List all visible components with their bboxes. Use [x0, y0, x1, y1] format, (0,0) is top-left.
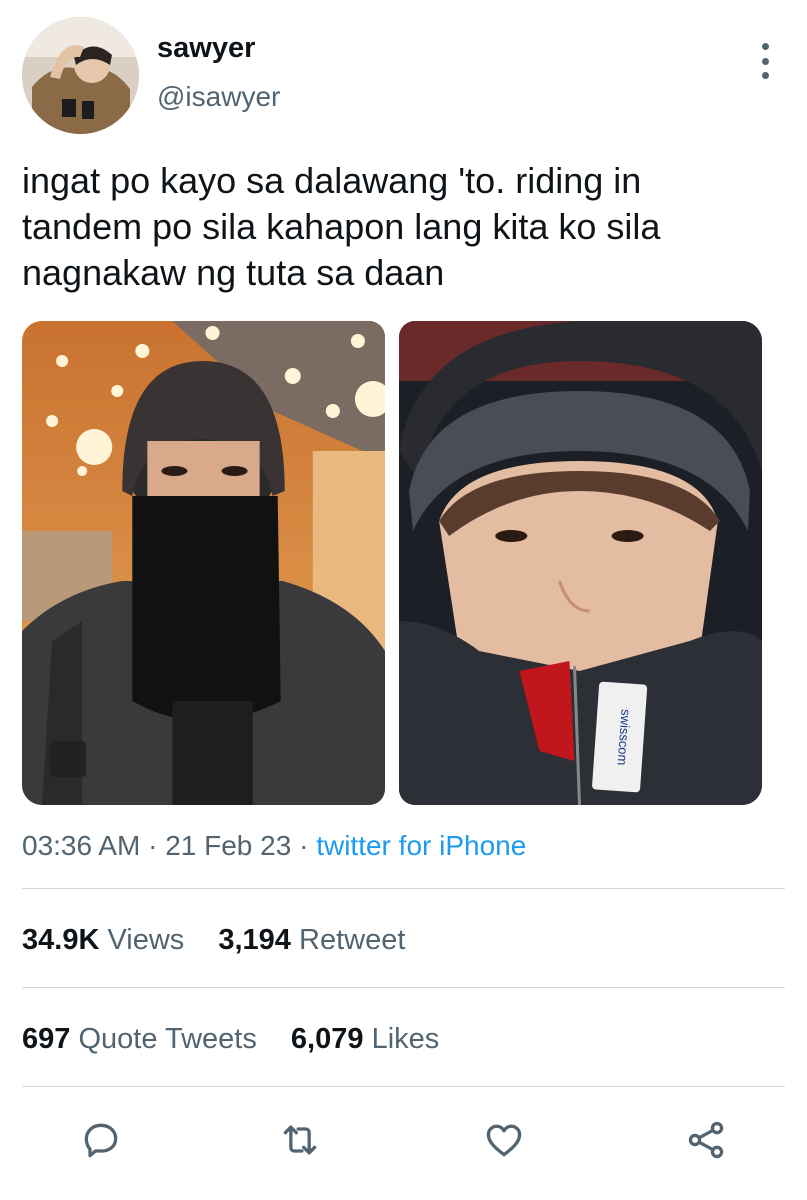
- quotes-stat[interactable]: 697 Quote Tweets: [22, 1023, 257, 1055]
- retweets-label: Retweet: [299, 924, 406, 956]
- reply-icon[interactable]: [71, 1110, 131, 1170]
- tweet-photo-1[interactable]: [22, 321, 385, 805]
- retweet-icon[interactable]: [270, 1110, 330, 1170]
- divider: [22, 1086, 785, 1087]
- share-icon[interactable]: [676, 1110, 736, 1170]
- tweet-meta: 03:36 AM · 21 Feb 23 · twitter for iPhon…: [22, 826, 526, 866]
- quotes-label: Quote Tweets: [78, 1023, 257, 1055]
- retweets-stat[interactable]: 3,194 Retweet: [218, 924, 405, 956]
- tweet-source-link[interactable]: twitter for iPhone: [316, 830, 526, 861]
- likes-count: 6,079: [290, 1023, 364, 1055]
- tweet-header: sawyer @isawyer: [22, 17, 792, 137]
- user-handle[interactable]: @isawyer: [157, 80, 280, 114]
- tweet-text: ingat po kayo sa dalawang 'to. riding in…: [22, 160, 661, 293]
- views-count: 34.9K: [22, 924, 100, 956]
- divider: [22, 888, 785, 889]
- retweets-count: 3,194: [218, 924, 291, 956]
- tweet-photo-2[interactable]: swisscom: [399, 321, 762, 805]
- user-names: sawyer @isawyer: [157, 31, 280, 114]
- like-icon[interactable]: [474, 1110, 534, 1170]
- action-bar: [0, 1110, 807, 1170]
- tweet-time: 03:36 AM: [22, 830, 141, 861]
- views-label: Views: [107, 924, 185, 956]
- likes-stat[interactable]: 6,079 Likes: [291, 1023, 439, 1055]
- tweet-media: swisscom: [22, 321, 762, 805]
- likes-label: Likes: [371, 1023, 440, 1055]
- quotes-count: 697: [22, 1023, 71, 1055]
- meta-separator-1: ·: [148, 830, 158, 861]
- avatar[interactable]: [22, 17, 139, 134]
- meta-separator-2: ·: [299, 830, 309, 861]
- divider: [22, 987, 785, 988]
- views-stat: 34.9K Views: [22, 924, 184, 956]
- stats-row-1: 34.9K Views 3,194 Retweet: [22, 920, 431, 960]
- stats-row-2: 697 Quote Tweets 6,079 Likes: [22, 1019, 465, 1059]
- tweet-date: 21 Feb 23: [165, 830, 292, 861]
- more-options-icon[interactable]: [760, 43, 770, 79]
- display-name[interactable]: sawyer: [157, 31, 280, 65]
